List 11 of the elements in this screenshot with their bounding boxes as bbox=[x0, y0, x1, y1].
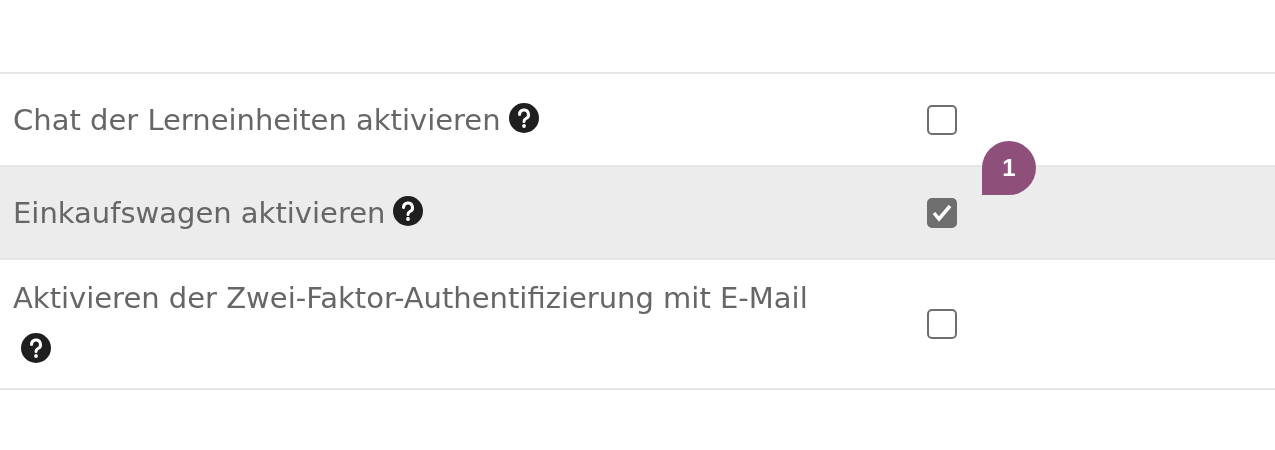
help-icon[interactable] bbox=[21, 333, 51, 363]
setting-label: Einkaufswagen aktivieren bbox=[13, 195, 386, 230]
checkbox[interactable] bbox=[927, 104, 957, 135]
help-icon[interactable] bbox=[393, 195, 424, 226]
step-badge: 1 bbox=[982, 141, 1036, 195]
checkmark-icon bbox=[932, 203, 952, 222]
checkbox[interactable] bbox=[927, 309, 957, 339]
checkbox[interactable] bbox=[927, 197, 957, 228]
setting-label: Chat der Lerneinheiten aktivieren bbox=[13, 102, 501, 137]
setting-label: Aktivieren der Zwei-Faktor-Authentifizierung mit E-Mail bbox=[13, 281, 808, 315]
help-icon[interactable] bbox=[508, 102, 539, 133]
